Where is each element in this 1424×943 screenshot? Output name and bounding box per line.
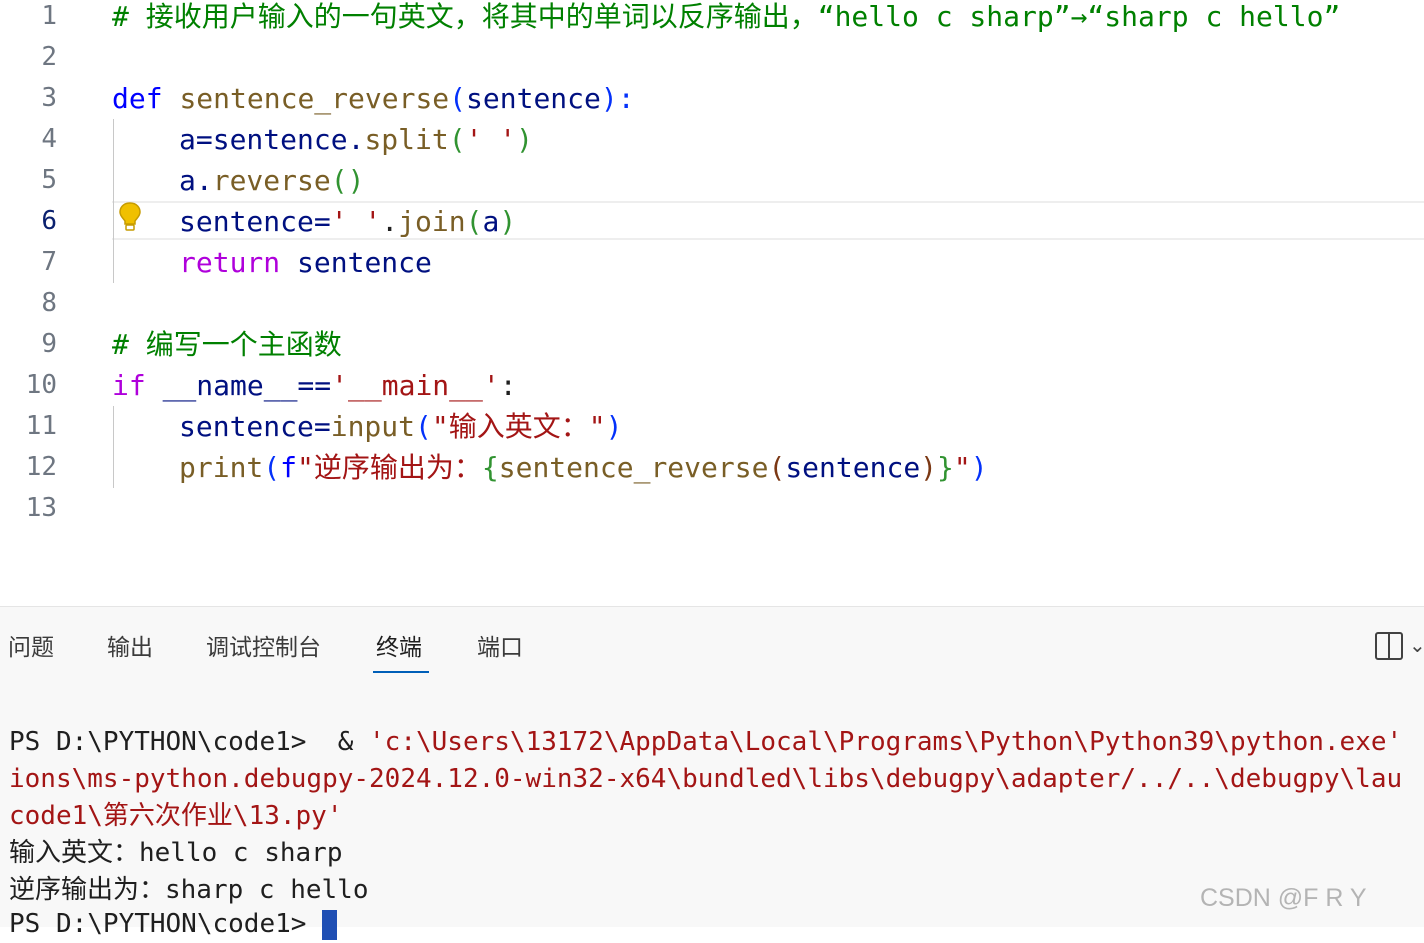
code-text: sentence bbox=[280, 246, 432, 279]
code-text: a=sentence. bbox=[179, 123, 365, 156]
paren: ( bbox=[465, 205, 483, 238]
watermark: CSDN @F R Y bbox=[1200, 884, 1367, 912]
line-number: 10 bbox=[25, 370, 57, 400]
paren: ) bbox=[499, 205, 517, 238]
terminal-prompt: PS D:\PYTHON\code1> & bbox=[9, 727, 370, 757]
line-number: 3 bbox=[41, 83, 57, 113]
line-number: 9 bbox=[41, 329, 57, 359]
terminal-prompt: PS D:\PYTHON\code1> bbox=[9, 909, 323, 939]
code-line: 8 bbox=[0, 283, 1424, 324]
paren: ( bbox=[415, 410, 432, 443]
comment: # 接收用户输入的一句英文，将其中的单词以反序输出，“hello c sharp… bbox=[112, 0, 1341, 33]
def-keyword: def bbox=[112, 82, 163, 115]
if-keyword: if bbox=[112, 369, 146, 402]
code-line: 7 return sentence bbox=[0, 242, 1424, 283]
code-line: 2 bbox=[0, 37, 1424, 78]
paren: ) bbox=[920, 451, 938, 484]
paren: ) bbox=[970, 451, 988, 484]
brace: } bbox=[937, 451, 954, 484]
string: " bbox=[953, 451, 971, 484]
line-number: 4 bbox=[41, 124, 57, 154]
return-keyword: return bbox=[179, 246, 281, 279]
line-number: 13 bbox=[25, 493, 57, 523]
paren: ) bbox=[605, 410, 623, 443]
terminal-line: ions\ms-python.debugpy-2024.12.0-win32-x… bbox=[9, 764, 1403, 794]
terminal-line[interactable]: PS D:\PYTHON\code1> bbox=[9, 906, 338, 943]
code-text: __name__== bbox=[145, 369, 332, 402]
paren: ( bbox=[263, 451, 281, 484]
code-line: 5 a.reverse() bbox=[0, 160, 1424, 201]
tab-problems[interactable]: 问题 bbox=[8, 629, 54, 667]
terminal-cursor bbox=[322, 909, 338, 940]
string: ' ' bbox=[465, 123, 517, 156]
function-name: join bbox=[398, 205, 466, 238]
code-line-active: 6 sentence=' '.join(a) bbox=[0, 201, 1424, 242]
split-terminal-icon[interactable] bbox=[1374, 631, 1404, 661]
tab-output[interactable]: 输出 bbox=[107, 629, 153, 667]
code-line: 1 # 接收用户输入的一句英文，将其中的单词以反序输出，“hello c sha… bbox=[0, 0, 1424, 37]
tab-terminal[interactable]: 终端 bbox=[376, 629, 422, 667]
string: "逆序输出为： bbox=[297, 451, 482, 484]
line-number: 11 bbox=[25, 411, 57, 441]
chevron-down-icon[interactable]: ⌄ bbox=[1409, 633, 1424, 657]
string: '__main__' bbox=[331, 369, 500, 402]
function-name: split bbox=[364, 123, 449, 156]
line-number: 2 bbox=[41, 42, 57, 72]
string: "输入英文：" bbox=[431, 410, 606, 443]
code-text: a bbox=[482, 205, 500, 238]
code-editor[interactable]: 1 # 接收用户输入的一句英文，将其中的单词以反序输出，“hello c sha… bbox=[0, 0, 1424, 606]
paren: () bbox=[330, 164, 365, 197]
code-line: 11 sentence=input("输入英文：") bbox=[0, 406, 1424, 447]
comment: # 编写一个主函数 bbox=[112, 328, 342, 361]
function-name: reverse bbox=[212, 164, 331, 197]
code-line: 4 a=sentence.split(' ') bbox=[0, 119, 1424, 160]
paren: ) bbox=[516, 123, 534, 156]
paren: ( bbox=[768, 451, 786, 484]
tab-ports[interactable]: 端口 bbox=[477, 629, 523, 667]
terminal-line: 输入英文：hello c sharp bbox=[9, 838, 343, 868]
string: ' ' bbox=[330, 205, 382, 238]
code-line: 12 print(f"逆序输出为：{sentence_reverse(sente… bbox=[0, 447, 1424, 488]
line-number: 1 bbox=[41, 1, 57, 31]
code-line: 9 # 编写一个主函数 bbox=[0, 324, 1424, 365]
terminal-line: code1\第六次作业\13.py' bbox=[9, 801, 343, 831]
line-number: 7 bbox=[41, 247, 57, 277]
parameter: sentence bbox=[466, 82, 601, 115]
code-line: 10 if __name__=='__main__': bbox=[0, 365, 1424, 406]
line-number: 6 bbox=[41, 206, 57, 236]
code-text: sentence bbox=[785, 451, 921, 484]
function-name: sentence_reverse bbox=[179, 82, 450, 115]
brace: { bbox=[481, 451, 499, 484]
function-name: input bbox=[330, 410, 416, 443]
function-name: print bbox=[179, 451, 264, 484]
line-number: 12 bbox=[25, 452, 57, 482]
code-line: 13 bbox=[0, 488, 1424, 529]
code-text: sentence= bbox=[179, 205, 331, 238]
tab-debug-console[interactable]: 调试控制台 bbox=[206, 629, 321, 667]
function-name: sentence_reverse bbox=[498, 451, 769, 484]
paren: ( bbox=[449, 82, 467, 115]
line-number: 8 bbox=[41, 288, 57, 318]
paren: ): bbox=[600, 82, 635, 115]
paren: ( bbox=[448, 123, 466, 156]
terminal-line: PS D:\PYTHON\code1> & 'c:\Users\13172\Ap… bbox=[9, 724, 1402, 761]
line-number: 5 bbox=[41, 165, 57, 195]
code-text: a. bbox=[179, 164, 213, 197]
active-tab-indicator bbox=[373, 671, 429, 673]
code-text: sentence= bbox=[179, 410, 331, 443]
terminal-path-string: 'c:\Users\13172\AppData\Local\Programs\P… bbox=[369, 727, 1403, 757]
terminal-line: 逆序输出为：sharp c hello bbox=[9, 875, 369, 905]
fstring-prefix: f bbox=[280, 451, 298, 484]
code-line: 3 def sentence_reverse(sentence): bbox=[0, 78, 1424, 119]
code-text: : bbox=[499, 369, 517, 402]
code-text: . bbox=[381, 205, 399, 238]
